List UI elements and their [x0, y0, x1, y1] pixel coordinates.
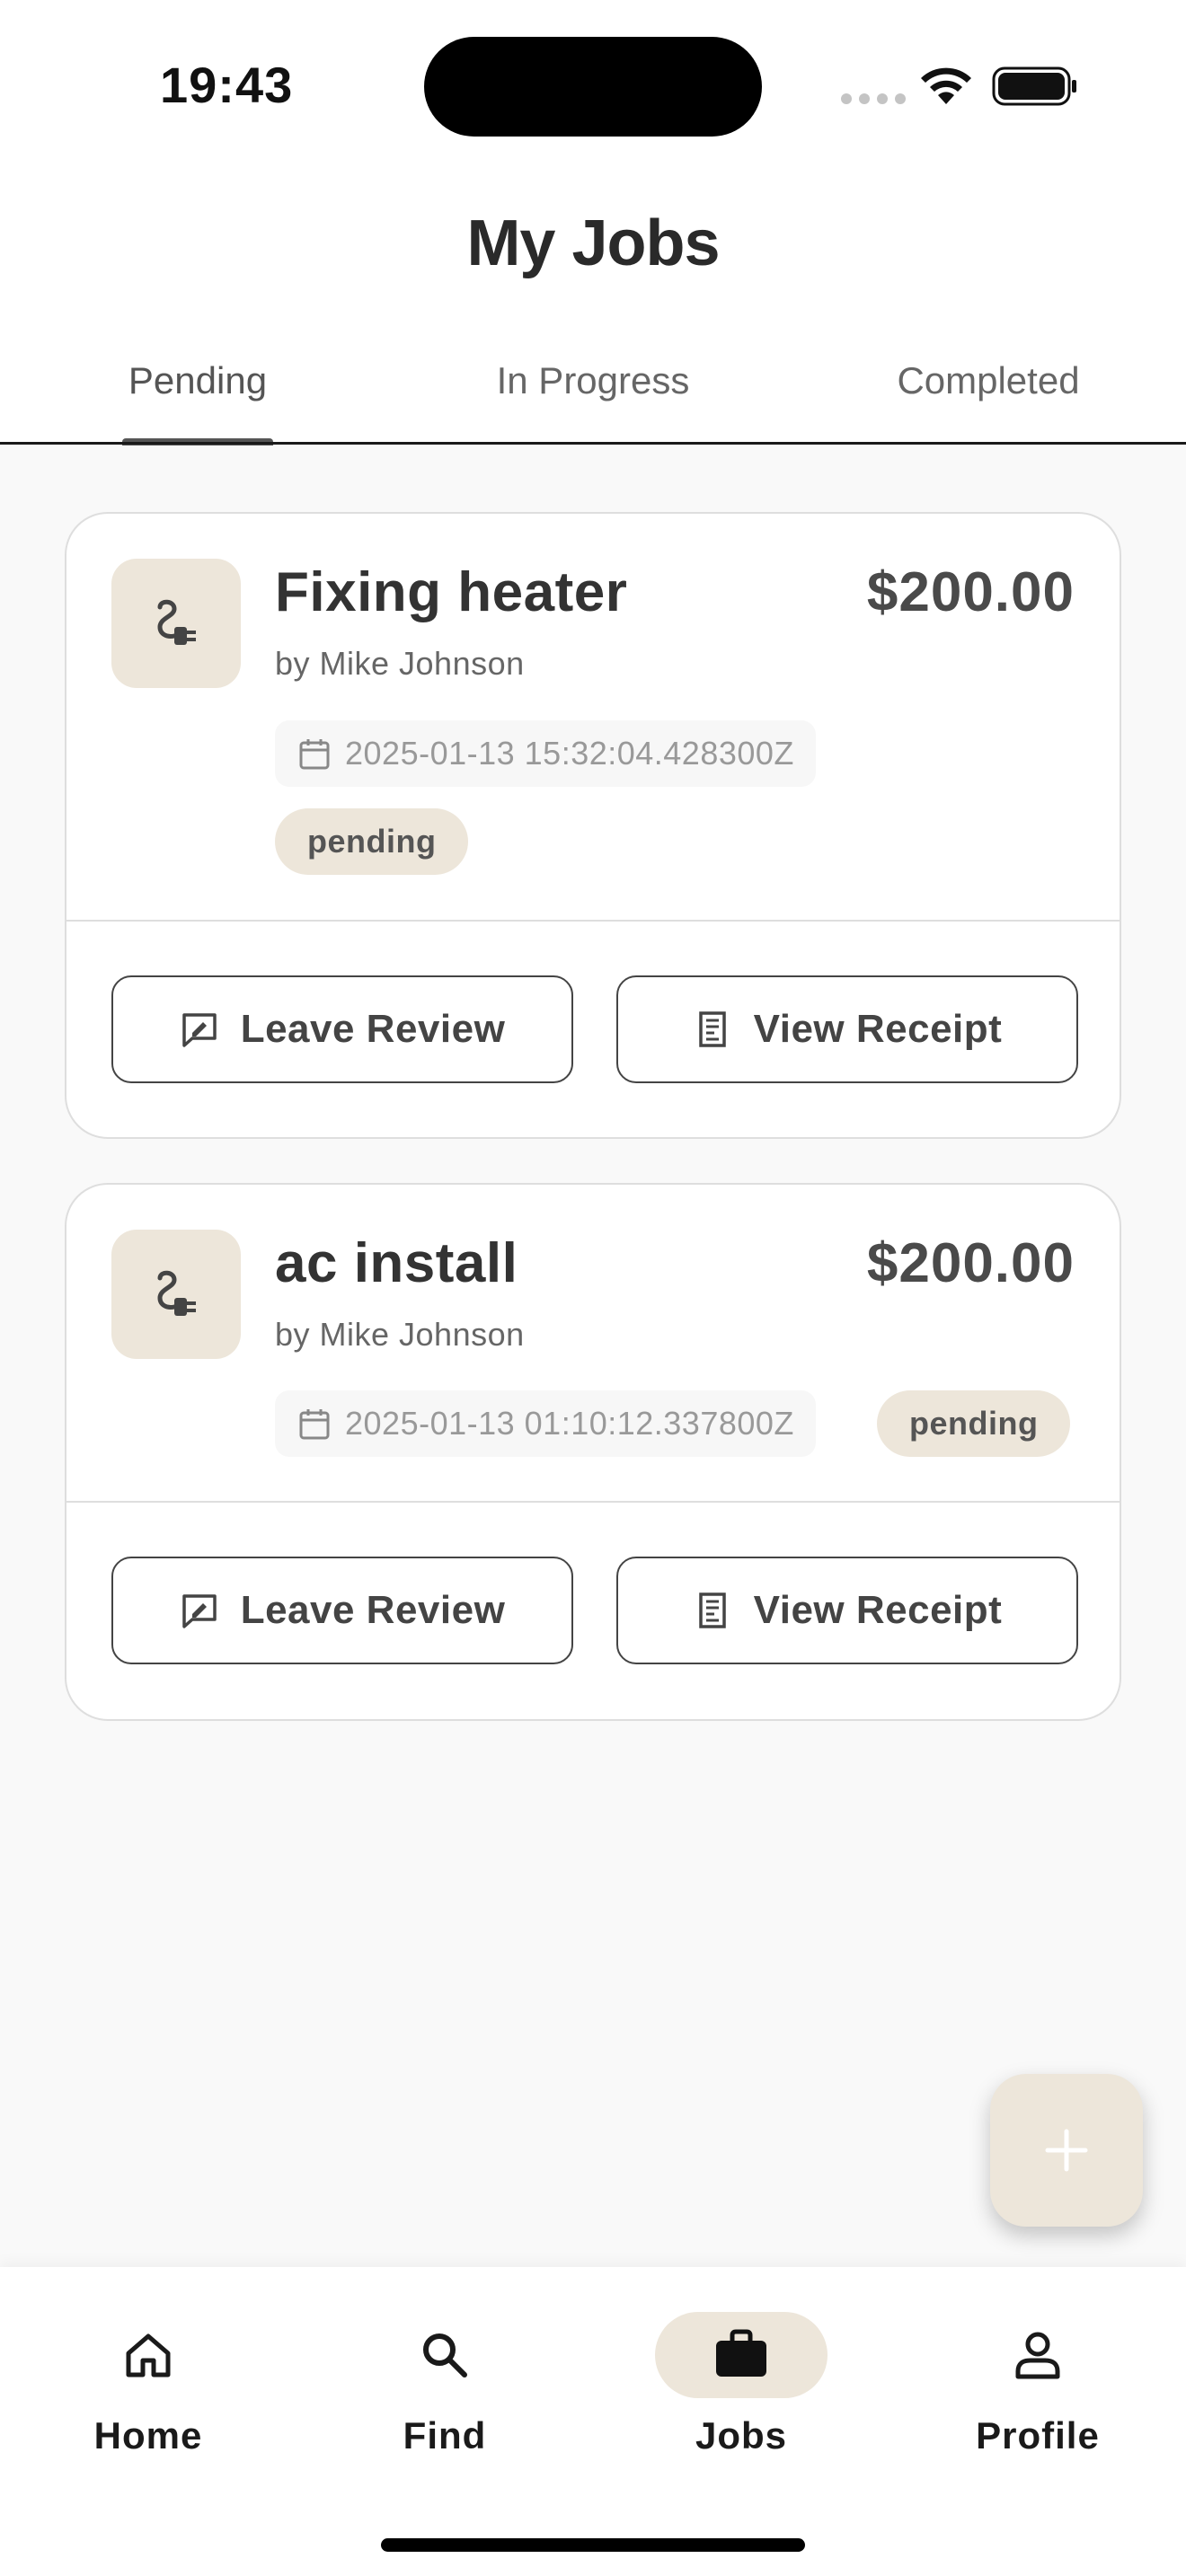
leave-review-button[interactable]: Leave Review: [111, 1557, 573, 1664]
date-chip: 2025-01-13 15:32:04.428300Z: [275, 720, 816, 787]
add-job-button[interactable]: [990, 2074, 1143, 2227]
view-receipt-label: View Receipt: [753, 1588, 1003, 1632]
job-date: 2025-01-13 01:10:12.337800Z: [345, 1405, 794, 1442]
cellular-signal-icon: [841, 93, 906, 104]
search-icon: [423, 2333, 467, 2378]
leave-review-label: Leave Review: [240, 1588, 506, 1632]
bottom-nav: Home Find Jobs Profile: [0, 2267, 1186, 2576]
card-divider: [66, 1501, 1120, 1503]
header: My Jobs Pending In Progress Completed: [0, 153, 1186, 446]
job-provider: by Mike Johnson: [275, 645, 525, 682]
calendar-icon: [299, 1409, 330, 1440]
wifi-icon: [921, 67, 971, 104]
job-price: $200.00: [866, 561, 1075, 623]
view-receipt-button[interactable]: View Receipt: [616, 975, 1078, 1083]
date-chip: 2025-01-13 01:10:12.337800Z: [275, 1390, 816, 1457]
briefcase-icon: [716, 2329, 766, 2377]
job-date: 2025-01-13 15:32:04.428300Z: [345, 735, 794, 772]
job-card[interactable]: Fixing heater $200.00 by Mike Johnson 20…: [65, 512, 1121, 1139]
leave-review-label: Leave Review: [240, 1007, 506, 1051]
nav-label-home: Home: [93, 2414, 203, 2457]
status-badge: pending: [275, 808, 469, 875]
dynamic-island: [424, 37, 762, 137]
status-time: 19:43: [160, 57, 294, 113]
receipt-icon: [698, 1011, 726, 1047]
nav-label-find: Find: [403, 2414, 487, 2457]
home-icon: [126, 2333, 171, 2378]
battery-icon: [992, 66, 1076, 106]
calendar-icon: [299, 739, 330, 770]
view-receipt-label: View Receipt: [753, 1007, 1003, 1051]
job-title: ac install: [275, 1232, 518, 1294]
nav-item-home[interactable]: Home: [40, 2312, 256, 2474]
plug-icon: [111, 1230, 241, 1359]
tab-in-progress[interactable]: In Progress: [449, 340, 737, 444]
plug-icon: [111, 559, 241, 688]
tab-completed[interactable]: Completed: [863, 340, 1114, 444]
job-card[interactable]: ac install $200.00 by Mike Johnson 2025-…: [65, 1183, 1121, 1721]
job-title: Fixing heater: [275, 561, 628, 623]
nav-item-jobs[interactable]: Jobs: [633, 2312, 849, 2474]
receipt-icon: [698, 1592, 726, 1628]
card-divider: [66, 920, 1120, 922]
status-badge: pending: [877, 1390, 1071, 1457]
home-indicator[interactable]: [381, 2538, 805, 2552]
tab-pending[interactable]: Pending: [108, 340, 288, 444]
plus-icon: [1045, 2129, 1088, 2172]
nav-item-profile[interactable]: Profile: [930, 2312, 1146, 2474]
jobs-screen: 19:43 My Jobs Pending In Progress Comple…: [0, 0, 1186, 2576]
tabs-divider: [0, 442, 1186, 445]
page-title: My Jobs: [466, 207, 720, 279]
person-icon: [1015, 2332, 1060, 2379]
leave-review-button[interactable]: Leave Review: [111, 975, 573, 1083]
nav-label-profile: Profile: [976, 2414, 1100, 2457]
job-provider: by Mike Johnson: [275, 1316, 525, 1353]
tab-bar: Pending In Progress Completed: [0, 340, 1186, 446]
review-icon: [181, 1594, 217, 1628]
status-bar: 19:43: [0, 0, 1186, 153]
nav-label-jobs: Jobs: [695, 2414, 788, 2457]
view-receipt-button[interactable]: View Receipt: [616, 1557, 1078, 1664]
nav-item-find[interactable]: Find: [337, 2312, 553, 2474]
job-price: $200.00: [866, 1232, 1075, 1294]
review-icon: [181, 1013, 217, 1047]
